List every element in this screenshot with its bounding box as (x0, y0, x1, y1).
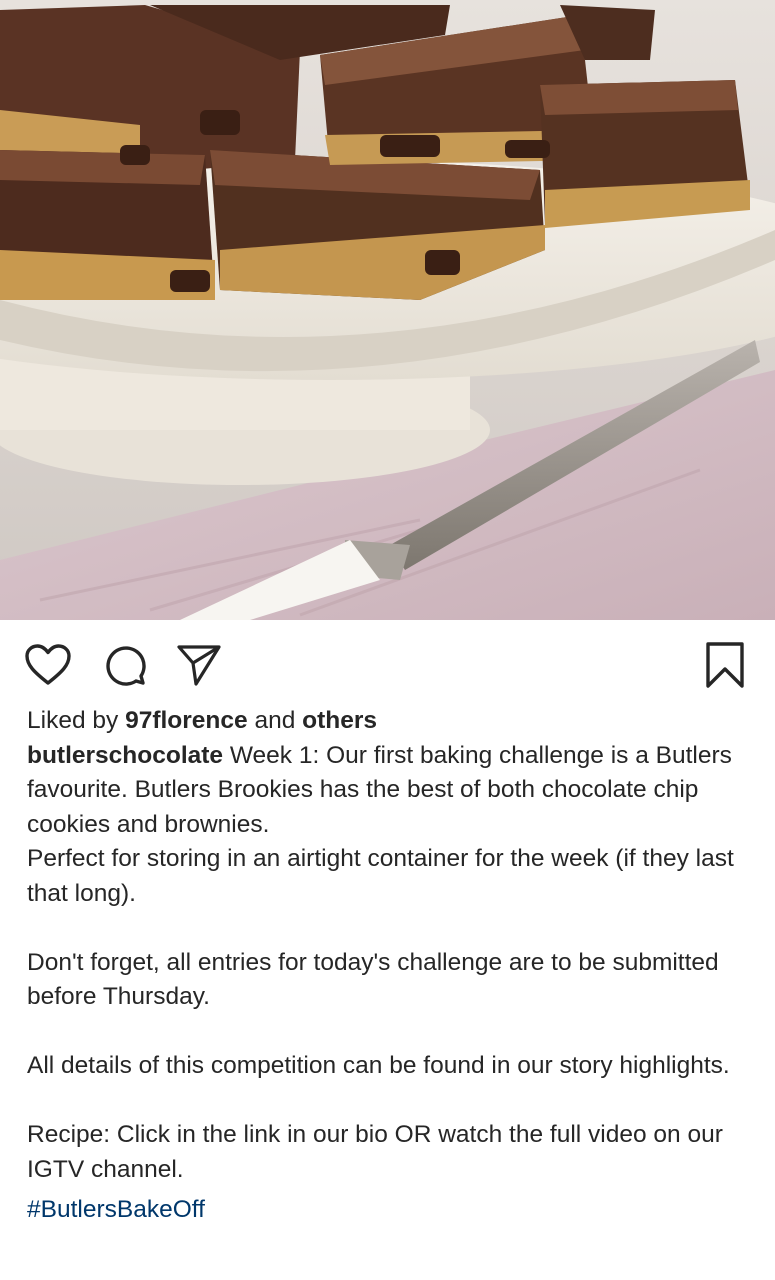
liked-by-user-link[interactable]: 97florence (125, 707, 248, 734)
likes-prefix: Liked by (27, 707, 119, 734)
post-image[interactable] (0, 0, 775, 620)
send-icon[interactable] (174, 640, 224, 690)
likes-line: Liked by 97florence and others (27, 704, 757, 739)
brookies-photo (0, 0, 775, 620)
caption-username-link[interactable]: butlerschocolate (27, 742, 223, 769)
comment-icon[interactable] (100, 640, 150, 690)
bookmark-icon[interactable] (700, 640, 750, 690)
post-action-bar (0, 620, 775, 706)
hashtag-link[interactable]: #ButlersBakeOff (27, 1193, 757, 1228)
heart-icon[interactable] (23, 640, 73, 690)
post-caption: butlerschocolate Week 1: Our first bakin… (27, 739, 757, 1188)
caption-text: Week 1: Our first baking challenge is a … (27, 741, 734, 1183)
post-body: Liked by 97florence and others butlersch… (27, 704, 757, 1228)
likes-conjunction: and (254, 707, 296, 734)
likes-others-link[interactable]: others (302, 707, 377, 734)
